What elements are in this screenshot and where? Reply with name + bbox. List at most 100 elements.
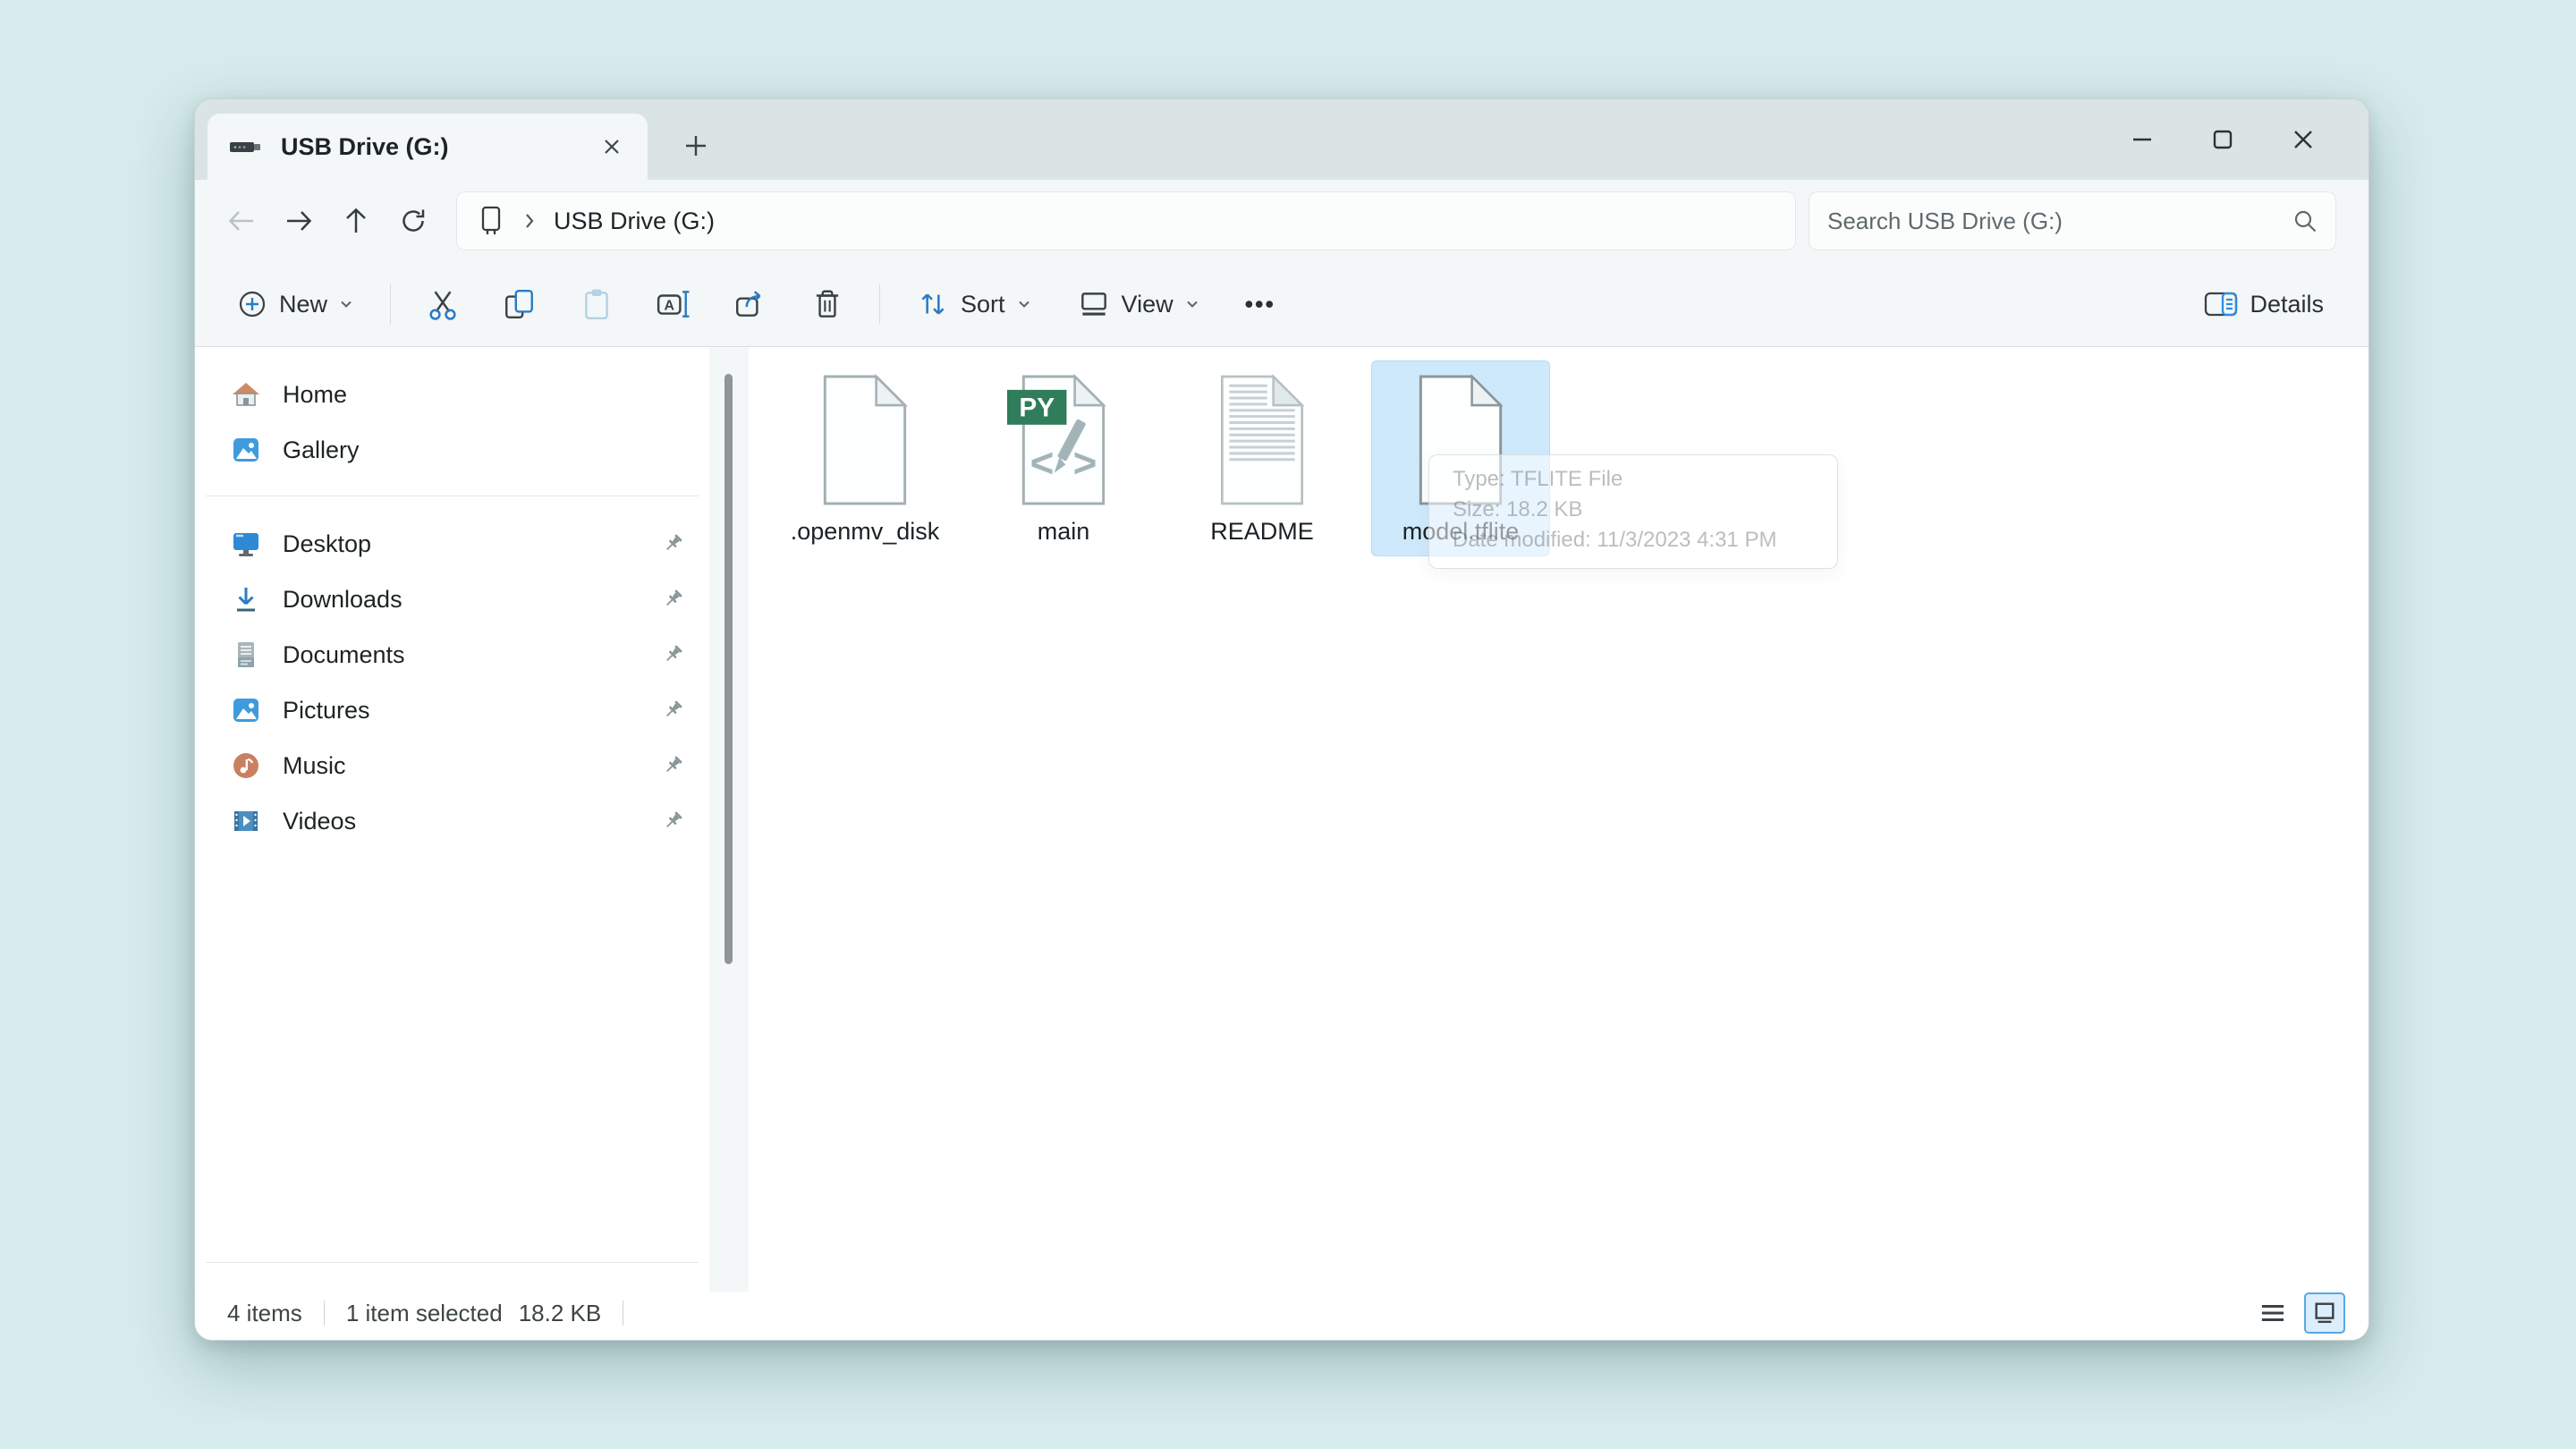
back-arrow-icon (225, 205, 258, 237)
sidebar-item-label: Music (283, 752, 661, 780)
sidebar-item-videos[interactable]: Videos (208, 793, 700, 849)
tab-usb-drive[interactable]: USB Drive (G:) (208, 114, 648, 180)
more-options-button[interactable]: ••• (1236, 284, 1284, 326)
music-icon (231, 750, 261, 781)
tooltip-modified-line: Date modified: 11/3/2023 4:31 PM (1453, 525, 1837, 555)
sidebar-item-desktop[interactable]: Desktop (208, 516, 700, 572)
sort-arrows-icon (916, 287, 950, 321)
paste-button[interactable] (572, 279, 622, 329)
file-explorer-window: USB Drive (G:) (194, 98, 2369, 1341)
sidebar-item-label: Documents (283, 641, 661, 669)
minimize-button[interactable] (2102, 111, 2182, 168)
svg-text:>: > (1073, 440, 1097, 486)
gallery-icon (231, 435, 261, 465)
new-button-label: New (279, 291, 327, 318)
status-separator (324, 1301, 325, 1326)
more-options-glyph: ••• (1245, 291, 1275, 318)
up-button[interactable] (327, 192, 385, 250)
generic-file-icon (809, 373, 921, 507)
navigation-sidebar: Home Gallery (195, 347, 709, 1292)
breadcrumb-chevron-icon (520, 208, 539, 234)
share-icon (733, 287, 767, 321)
minimize-icon (2130, 127, 2155, 152)
view-toggle-group (2252, 1292, 2345, 1334)
new-button[interactable]: New (227, 281, 363, 327)
pin-icon[interactable] (661, 809, 684, 833)
py-badge: PY (1019, 394, 1055, 423)
file-tile-openmv-disk[interactable]: .openmv_disk (775, 360, 954, 556)
maximize-button[interactable] (2182, 111, 2263, 168)
sidebar-item-gallery[interactable]: Gallery (208, 422, 700, 478)
sidebar-item-label: Gallery (283, 436, 684, 464)
pin-icon[interactable] (661, 699, 684, 722)
refresh-icon (397, 205, 429, 237)
breadcrumb-path: USB Drive (G:) (554, 208, 715, 235)
sidebar-bottom-divider (206, 1262, 699, 1263)
selection-size: 18.2 KB (519, 1300, 602, 1327)
close-window-button[interactable] (2263, 111, 2343, 168)
address-row: USB Drive (G:) (195, 180, 2368, 262)
cut-button[interactable] (418, 279, 468, 329)
tooltip-size-line: Size: 18.2 KB (1453, 495, 1837, 525)
details-pane-button[interactable]: Details (2194, 281, 2333, 327)
pictures-icon (231, 695, 261, 725)
sidebar-item-documents[interactable]: Documents (208, 627, 700, 682)
copy-button[interactable] (495, 279, 545, 329)
file-info-tooltip: Type: TFLITE File Size: 18.2 KB Date mod… (1428, 454, 1838, 569)
delete-button[interactable] (802, 279, 852, 329)
view-icon (1077, 287, 1111, 321)
sidebar-scrollbar[interactable] (709, 347, 749, 1292)
sidebar-item-pictures[interactable]: Pictures (208, 682, 700, 738)
search-input[interactable] (1826, 207, 2291, 236)
drive-location-icon (475, 204, 507, 238)
scrollbar-thumb[interactable] (724, 374, 733, 964)
sidebar-item-label: Videos (283, 808, 661, 835)
sidebar-item-downloads[interactable]: Downloads (208, 572, 700, 627)
details-button-label: Details (2250, 291, 2324, 318)
details-view-button[interactable] (2252, 1292, 2293, 1334)
pin-icon[interactable] (661, 643, 684, 666)
details-view-icon (2260, 1301, 2285, 1325)
large-icons-view-icon (2312, 1301, 2337, 1326)
home-icon (231, 379, 261, 410)
paste-clipboard-icon (580, 287, 614, 321)
view-button[interactable]: View (1068, 280, 1209, 328)
command-toolbar: New (195, 262, 2368, 346)
pin-icon[interactable] (661, 754, 684, 777)
desktop: USB Drive (G:) (0, 0, 2576, 1449)
search-icon (2291, 207, 2319, 235)
sidebar-item-home[interactable]: Home (208, 367, 700, 422)
details-pane-icon (2203, 288, 2239, 320)
refresh-button[interactable] (385, 192, 442, 250)
items-count: 4 items (227, 1300, 302, 1327)
downloads-icon (231, 584, 261, 614)
back-button[interactable] (213, 192, 270, 250)
tab-close-button[interactable] (592, 127, 631, 166)
chevron-down-icon (338, 296, 354, 312)
maximize-icon (2210, 127, 2235, 152)
file-tile-readme[interactable]: README (1173, 360, 1352, 556)
rename-button[interactable]: A (648, 279, 699, 329)
videos-icon (231, 806, 261, 836)
view-button-label: View (1122, 291, 1174, 318)
file-name: README (1173, 518, 1352, 546)
share-button[interactable] (725, 279, 775, 329)
sort-button[interactable]: Sort (907, 280, 1041, 328)
forward-button[interactable] (270, 192, 327, 250)
file-list-area[interactable]: .openmv_disk < > (749, 347, 2368, 1292)
sidebar-item-music[interactable]: Music (208, 738, 700, 793)
tooltip-type-line: Type: TFLITE File (1453, 464, 1837, 495)
toolbar-separator (879, 284, 880, 325)
large-icons-view-button[interactable] (2304, 1292, 2345, 1334)
close-icon (2291, 127, 2316, 152)
selection-count: 1 item selected (346, 1300, 503, 1327)
pin-icon[interactable] (661, 532, 684, 555)
chevron-down-icon (1184, 296, 1200, 312)
pin-icon[interactable] (661, 588, 684, 611)
desktop-icon (231, 529, 261, 559)
new-tab-button[interactable] (671, 121, 721, 171)
python-file-icon: < > PY (1007, 373, 1120, 507)
search-box[interactable] (1809, 191, 2336, 250)
file-tile-main[interactable]: < > PY main (974, 360, 1153, 556)
address-bar[interactable]: USB Drive (G:) (456, 191, 1796, 250)
